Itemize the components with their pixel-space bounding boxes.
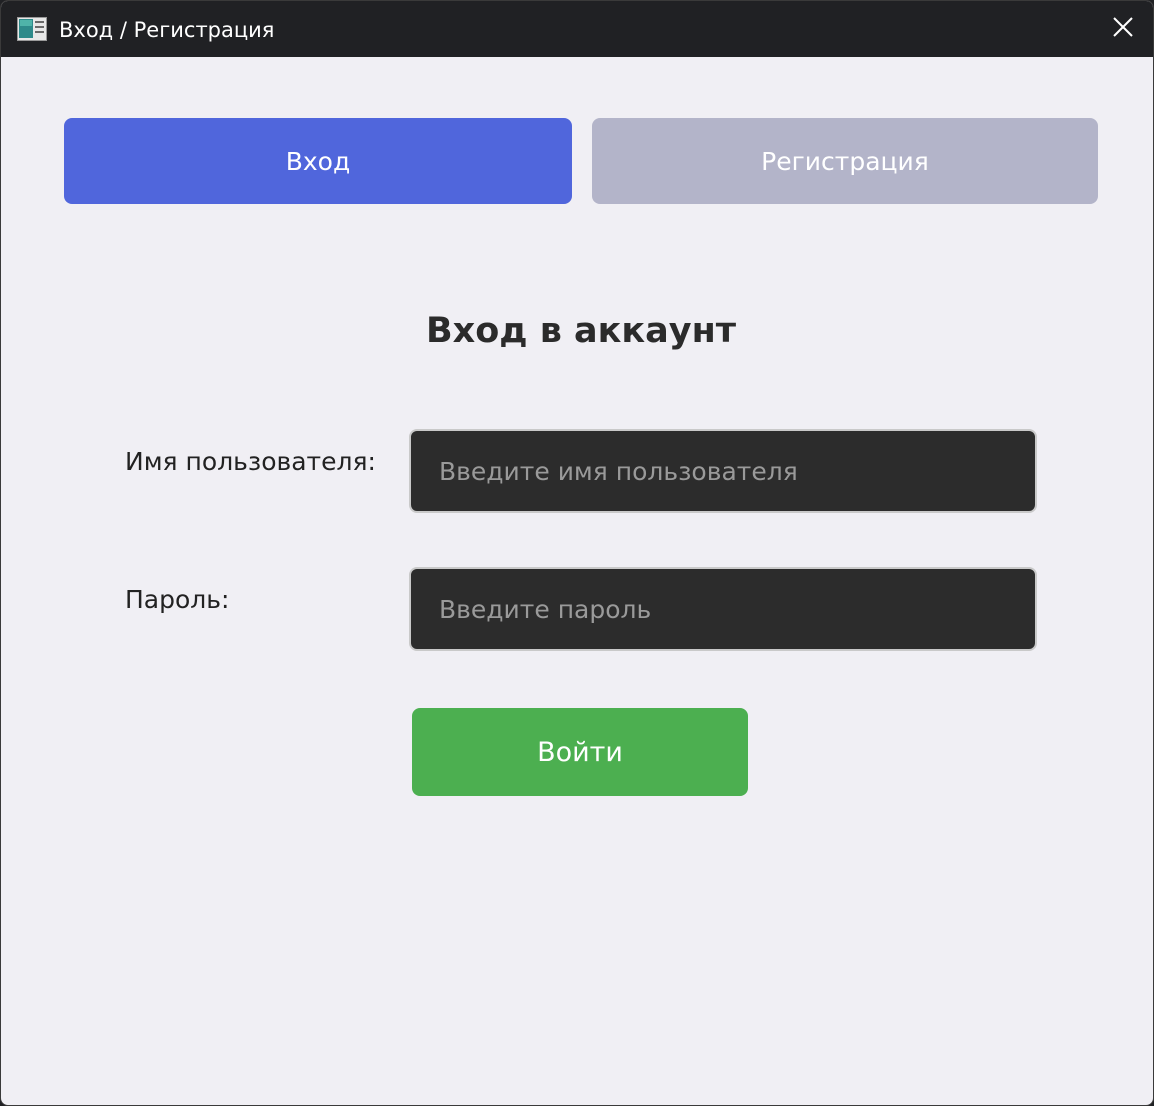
password-label: Пароль: xyxy=(125,585,230,614)
window-title: Вход / Регистрация xyxy=(59,18,275,42)
tab-register[interactable]: Регистрация xyxy=(592,118,1098,204)
close-button[interactable] xyxy=(1105,11,1141,47)
login-window: Вход / Регистрация Вход Регистрация Вход… xyxy=(0,0,1154,1106)
tab-register-label: Регистрация xyxy=(761,146,929,176)
tab-login-label: Вход xyxy=(285,146,351,176)
title-bar[interactable]: Вход / Регистрация xyxy=(1,1,1153,57)
username-label: Имя пользователя: xyxy=(125,447,376,476)
form-title: Вход в аккаунт xyxy=(425,311,737,351)
window-app-icon xyxy=(17,17,47,41)
login-submit-button[interactable]: Войти xyxy=(412,708,748,796)
close-icon xyxy=(1112,16,1134,42)
login-submit-label: Войти xyxy=(537,736,623,768)
username-input[interactable] xyxy=(409,429,1037,513)
password-input[interactable] xyxy=(409,567,1037,651)
tab-login[interactable]: Вход xyxy=(64,118,572,204)
